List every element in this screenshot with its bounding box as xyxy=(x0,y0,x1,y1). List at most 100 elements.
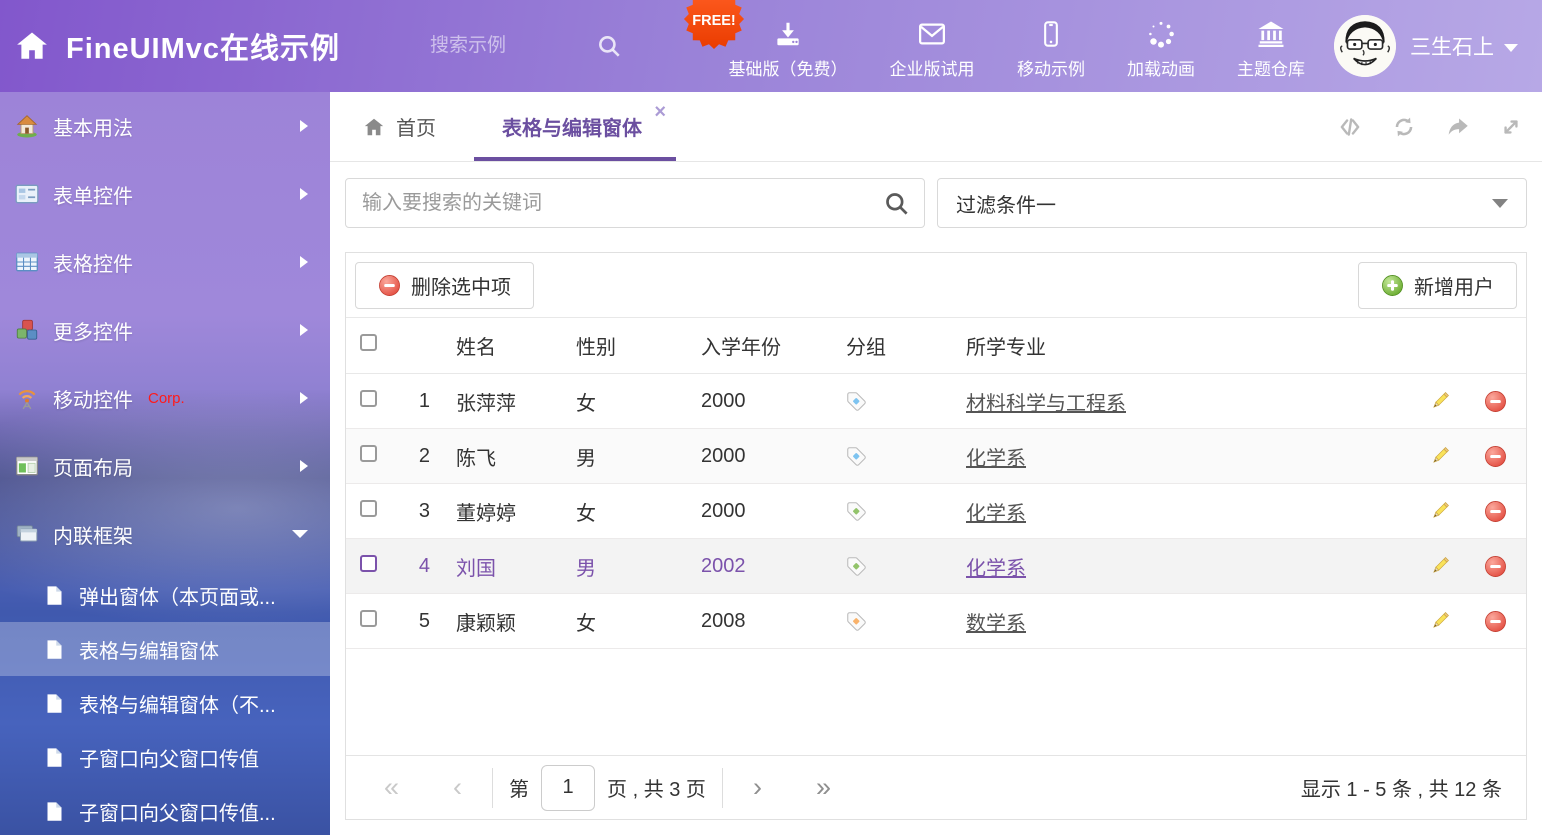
sidebar-subitem-label: 弹出窗体（本页面或... xyxy=(79,581,276,610)
table-row[interactable]: 2 陈飞 男 2000 化学系 xyxy=(346,429,1526,484)
edit-button[interactable] xyxy=(1416,610,1464,632)
refresh-icon[interactable] xyxy=(1390,114,1418,140)
sidebar-subitem-label: 表格与编辑窗体 xyxy=(79,635,219,664)
envelope-icon xyxy=(916,19,948,49)
row-checkbox[interactable] xyxy=(360,555,377,572)
row-checkbox[interactable] xyxy=(360,445,377,462)
tab-label: 表格与编辑窗体 xyxy=(502,112,642,141)
add-user-button[interactable]: 新增用户 xyxy=(1358,262,1517,309)
share-icon[interactable] xyxy=(1444,114,1472,140)
column-header-group: 分组 xyxy=(834,331,952,360)
sidebar-item-inline-frames[interactable]: 内联框架 xyxy=(0,500,330,568)
chevron-right-icon xyxy=(300,188,308,200)
sidebar-item-mobile-controls[interactable]: 移动控件 Corp. xyxy=(0,364,330,432)
edit-button[interactable] xyxy=(1416,445,1464,467)
row-checkbox[interactable] xyxy=(360,610,377,627)
app-title: FineUIMvc在线示例 xyxy=(66,25,340,67)
table-icon xyxy=(14,249,40,275)
tab-grid-edit-window[interactable]: 表格与编辑窗体 × xyxy=(474,92,676,161)
avatar[interactable] xyxy=(1334,15,1396,77)
form-icon xyxy=(14,181,40,207)
first-page-button[interactable]: « xyxy=(370,774,413,801)
close-icon[interactable]: × xyxy=(654,102,666,122)
filter-dropdown[interactable]: 过滤条件一 xyxy=(937,178,1527,228)
filter-dropdown-value: 过滤条件一 xyxy=(956,189,1056,218)
minus-circle-icon xyxy=(378,274,401,297)
sidebar-subitem-popup-window[interactable]: 弹出窗体（本页面或... xyxy=(0,568,330,622)
sidebar-item-more-controls[interactable]: 更多控件 xyxy=(0,296,330,364)
row-number: 3 xyxy=(398,500,434,523)
document-icon xyxy=(44,693,65,714)
table-row[interactable]: 3 董婷婷 女 2000 化学系 xyxy=(346,484,1526,539)
delete-button[interactable] xyxy=(1464,610,1526,633)
cell-year: 2000 xyxy=(686,500,834,523)
sidebar-item-label: 表单控件 xyxy=(53,180,133,209)
tab-bar: 首页 表格与编辑窗体 × xyxy=(330,92,1542,162)
nav-label: 加载动画 xyxy=(1127,55,1195,80)
major-link[interactable]: 化学系 xyxy=(966,448,1026,470)
search-icon[interactable] xyxy=(596,33,622,59)
search-icon[interactable] xyxy=(883,190,910,217)
page-number-input[interactable] xyxy=(541,765,595,811)
divider xyxy=(722,768,723,808)
major-link[interactable]: 材料科学与工程系 xyxy=(966,393,1126,415)
delete-button[interactable] xyxy=(1464,555,1526,578)
delete-button[interactable] xyxy=(1464,500,1526,523)
nav-label: 移动示例 xyxy=(1017,55,1085,80)
sidebar-subitem-grid-edit-window-2[interactable]: 表格与编辑窗体（不... xyxy=(0,676,330,730)
edit-button[interactable] xyxy=(1416,390,1464,412)
tag-icon xyxy=(846,556,867,577)
last-page-button[interactable]: » xyxy=(802,774,845,801)
nav-theme-repository[interactable]: 主题仓库 xyxy=(1228,0,1314,92)
delete-button[interactable] xyxy=(1464,445,1526,468)
cell-name: 康颖颖 xyxy=(434,607,564,636)
table-row-selected[interactable]: 4 刘国 男 2002 化学系 xyxy=(346,539,1526,594)
next-page-button[interactable]: › xyxy=(739,774,776,801)
nav-basic-free[interactable]: 基础版（免费） xyxy=(720,0,856,92)
chevron-down-icon xyxy=(292,530,308,538)
row-checkbox[interactable] xyxy=(360,390,377,407)
row-number: 5 xyxy=(398,610,434,633)
sidebar-subitem-grid-edit-window[interactable]: 表格与编辑窗体 xyxy=(0,622,330,676)
frames-icon xyxy=(14,521,40,547)
delete-button[interactable] xyxy=(1464,390,1526,413)
app-logo[interactable]: FineUIMvc在线示例 xyxy=(14,0,340,92)
layout-icon xyxy=(14,453,40,479)
prev-page-button[interactable]: ‹ xyxy=(439,774,476,801)
sidebar-subitem-child-to-parent-2[interactable]: 子窗口向父窗口传值... xyxy=(0,784,330,835)
cell-name: 刘国 xyxy=(434,552,564,581)
expand-icon[interactable] xyxy=(1498,114,1524,140)
edit-button[interactable] xyxy=(1416,500,1464,522)
filter-row: 过滤条件一 xyxy=(345,178,1527,228)
row-checkbox[interactable] xyxy=(360,500,377,517)
tab-label: 首页 xyxy=(396,112,436,141)
nav-enterprise-trial[interactable]: 企业版试用 xyxy=(880,0,984,92)
nav-label: 基础版（免费） xyxy=(729,55,848,80)
table-row[interactable]: 5 康颖颖 女 2008 数学系 xyxy=(346,594,1526,649)
nav-mobile-demo[interactable]: 移动示例 xyxy=(1008,0,1094,92)
chevron-right-icon xyxy=(300,460,308,472)
major-link[interactable]: 化学系 xyxy=(966,503,1026,525)
tag-icon xyxy=(846,611,867,632)
tab-home[interactable]: 首页 xyxy=(338,92,460,161)
major-link[interactable]: 数学系 xyxy=(966,613,1026,635)
keyword-search-input[interactable] xyxy=(362,192,883,215)
delete-selected-button[interactable]: 删除选中项 xyxy=(355,262,534,309)
sidebar-item-basic-usage[interactable]: 基本用法 xyxy=(0,92,330,160)
sidebar-item-form-controls[interactable]: 表单控件 xyxy=(0,160,330,228)
nav-loading-animation[interactable]: 加载动画 xyxy=(1118,0,1204,92)
select-all-checkbox[interactable] xyxy=(360,334,377,351)
cell-gender: 女 xyxy=(564,607,686,636)
cubes-icon xyxy=(14,317,40,343)
edit-button[interactable] xyxy=(1416,555,1464,577)
sidebar-item-page-layout[interactable]: 页面布局 xyxy=(0,432,330,500)
header-search-input[interactable] xyxy=(430,35,590,57)
sidebar-subitem-child-to-parent[interactable]: 子窗口向父窗口传值 xyxy=(0,730,330,784)
table-row[interactable]: 1 张萍萍 女 2000 材料科学与工程系 xyxy=(346,374,1526,429)
tag-icon xyxy=(846,501,867,522)
cell-gender: 女 xyxy=(564,387,686,416)
major-link[interactable]: 化学系 xyxy=(966,558,1026,580)
sidebar-item-grid-controls[interactable]: 表格控件 xyxy=(0,228,330,296)
code-icon[interactable] xyxy=(1336,114,1364,140)
user-menu[interactable]: 三生石上 xyxy=(1410,0,1518,92)
